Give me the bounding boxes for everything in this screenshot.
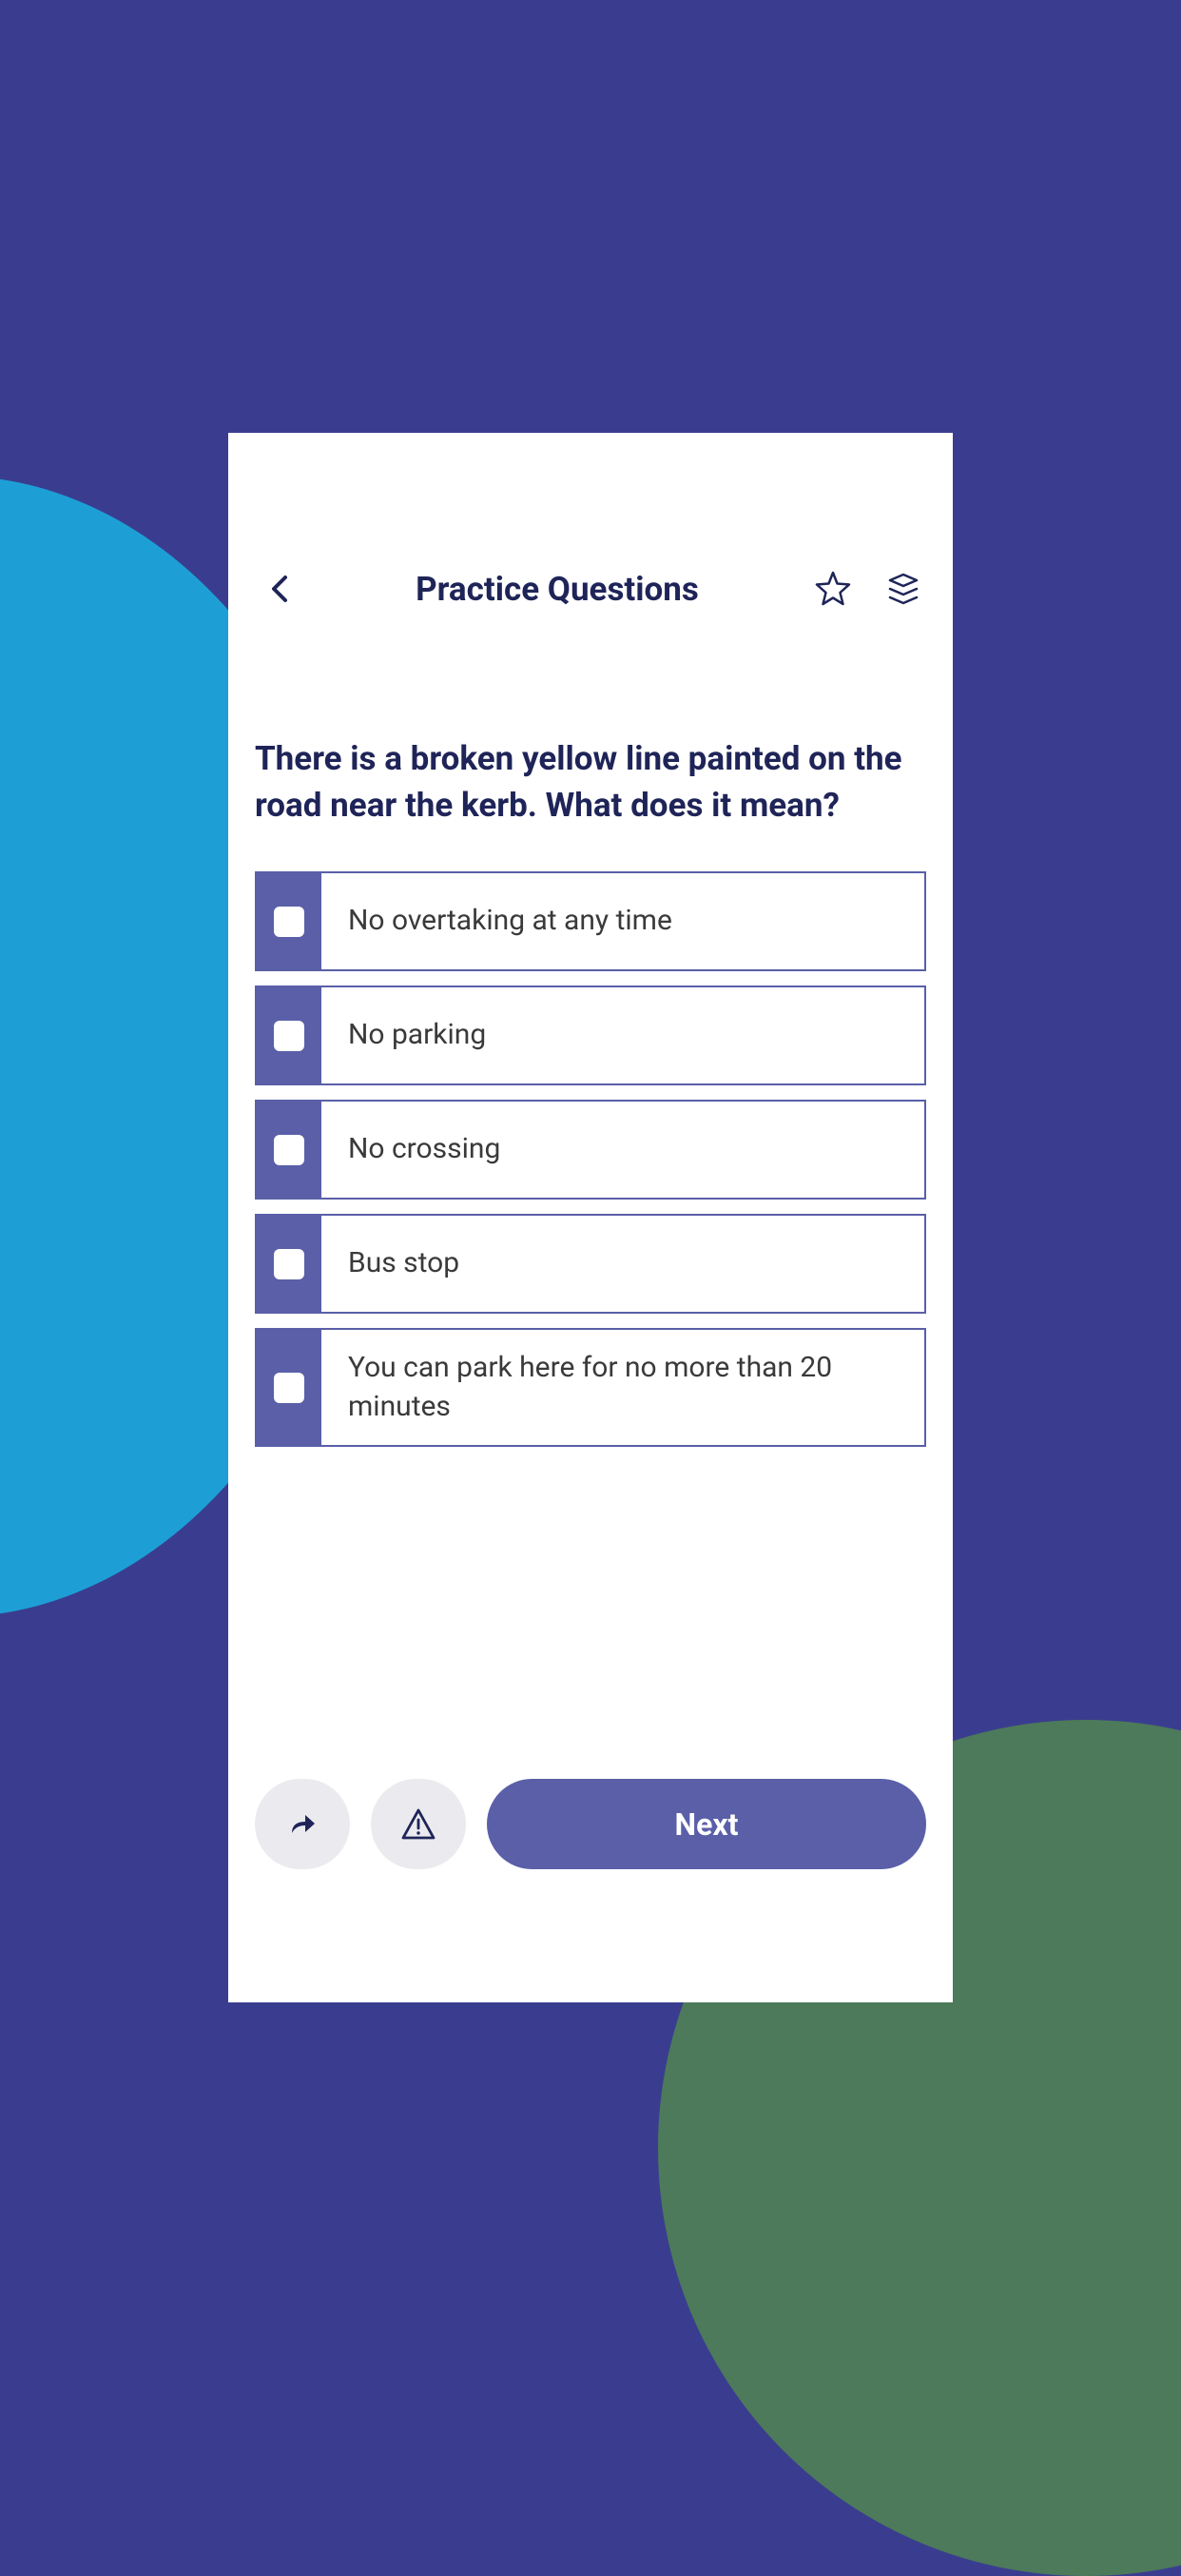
- option-item[interactable]: You can park here for no more than 20 mi…: [255, 1328, 926, 1447]
- star-icon: [815, 571, 851, 607]
- option-checkbox-wrap: [257, 1216, 321, 1312]
- option-label: No parking: [321, 987, 924, 1083]
- option-checkbox-wrap: [257, 873, 321, 969]
- checkbox-icon: [274, 907, 304, 937]
- next-button[interactable]: Next: [487, 1779, 926, 1869]
- question-text: There is a broken yellow line painted on…: [255, 735, 926, 829]
- option-label: No overtaking at any time: [321, 873, 924, 969]
- checkbox-icon: [274, 1135, 304, 1165]
- report-button[interactable]: [371, 1779, 466, 1869]
- option-checkbox-wrap: [257, 987, 321, 1083]
- option-item[interactable]: Bus stop: [255, 1214, 926, 1314]
- favorite-button[interactable]: [812, 568, 854, 610]
- option-item[interactable]: No parking: [255, 986, 926, 1085]
- phone-screen-container: Practice Questions There is a broken yel…: [228, 433, 953, 2002]
- checkbox-icon: [274, 1373, 304, 1403]
- page-title: Practice Questions: [321, 570, 793, 609]
- layers-icon: [886, 572, 920, 606]
- share-icon: [286, 1810, 319, 1839]
- checkbox-icon: [274, 1249, 304, 1279]
- back-button[interactable]: [257, 566, 302, 612]
- option-checkbox-wrap: [257, 1330, 321, 1445]
- footer: Next: [228, 1750, 953, 2002]
- option-checkbox-wrap: [257, 1102, 321, 1198]
- checkbox-icon: [274, 1021, 304, 1051]
- options-list: No overtaking at any time No parking No …: [255, 871, 926, 1447]
- header: Practice Questions: [228, 433, 953, 640]
- option-label: You can park here for no more than 20 mi…: [321, 1330, 924, 1445]
- next-button-label: Next: [675, 1806, 739, 1843]
- option-item[interactable]: No overtaking at any time: [255, 871, 926, 971]
- option-label: No crossing: [321, 1102, 924, 1198]
- option-item[interactable]: No crossing: [255, 1100, 926, 1200]
- warning-icon: [400, 1807, 436, 1842]
- layers-button[interactable]: [882, 568, 924, 610]
- chevron-left-icon: [270, 574, 289, 604]
- share-button[interactable]: [255, 1779, 350, 1869]
- option-label: Bus stop: [321, 1216, 924, 1312]
- header-actions: [812, 568, 924, 610]
- content-area: There is a broken yellow line painted on…: [228, 640, 953, 1750]
